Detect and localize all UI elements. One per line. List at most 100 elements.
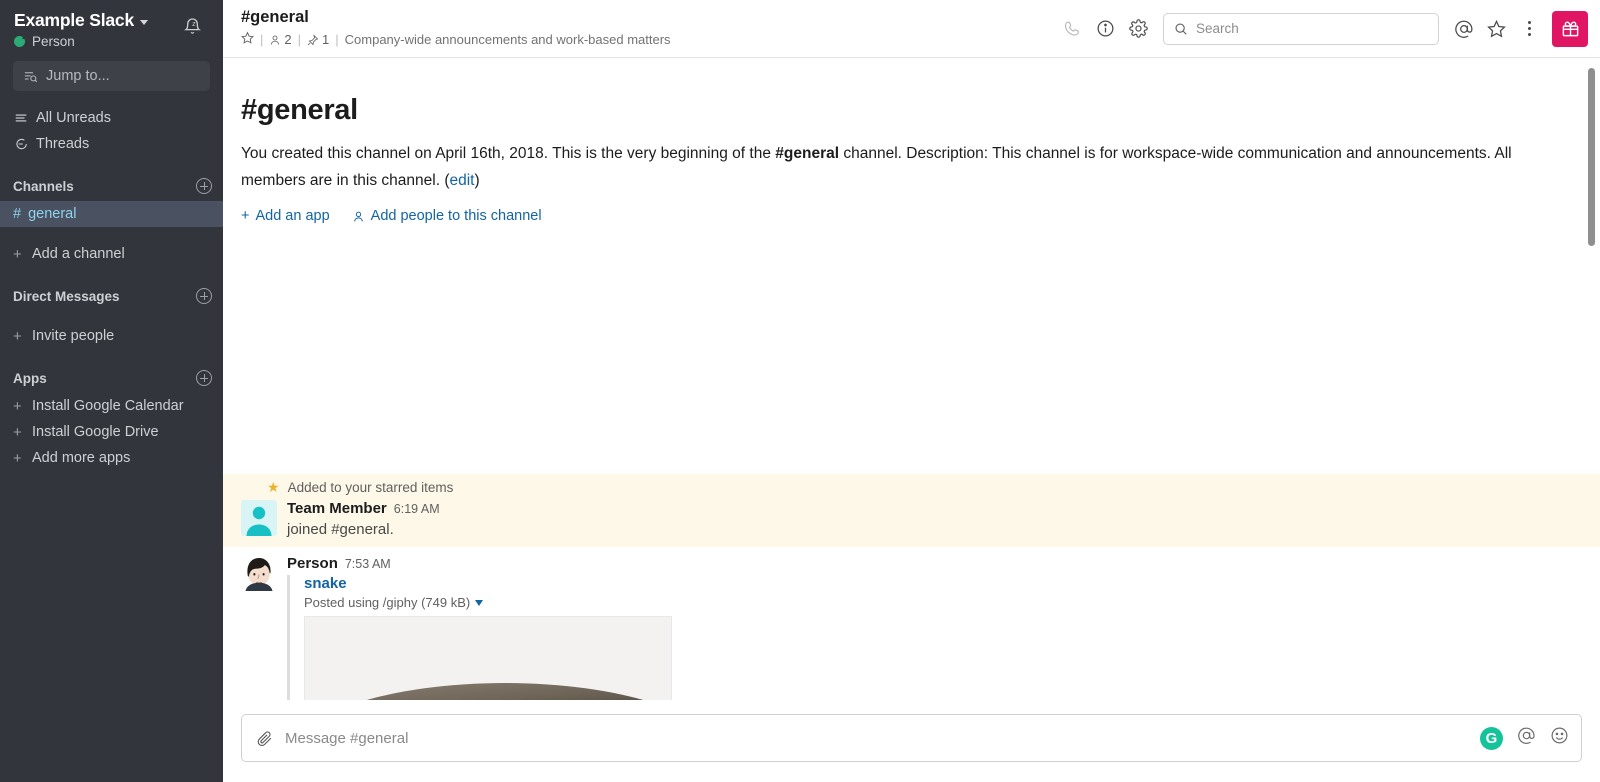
star-filled-icon: ★	[267, 479, 280, 495]
grammarly-icon[interactable]: G	[1480, 726, 1503, 750]
intro-text-3: )	[474, 172, 480, 189]
plus-icon: +	[13, 245, 22, 263]
current-user-name[interactable]: Person	[32, 34, 75, 49]
add-more-apps-button[interactable]: + Add more apps	[0, 445, 223, 471]
message-row[interactable]: Person 7:53 AM snake Posted using /giphy…	[223, 547, 1600, 700]
call-phone-icon[interactable]	[1056, 12, 1089, 46]
starred-message-group: ★ Added to your starred items Team Membe…	[223, 474, 1600, 547]
divider: |	[335, 32, 339, 48]
pin-icon	[307, 33, 319, 45]
search-input[interactable]: Search	[1163, 12, 1439, 45]
intro-text-1: You created this channel on April 16th, …	[241, 145, 776, 162]
message-composer[interactable]: Message #general G	[241, 714, 1582, 762]
search-icon	[1175, 22, 1187, 35]
topbar-actions: Search	[1056, 10, 1588, 47]
install-google-calendar-button[interactable]: + Install Google Calendar	[0, 393, 223, 419]
add-channel-plus-icon[interactable]	[196, 178, 212, 194]
person-icon	[271, 35, 280, 45]
add-app-label: Add an app	[255, 208, 330, 224]
install-google-drive-button[interactable]: + Install Google Drive	[0, 419, 223, 445]
chevron-down-icon[interactable]	[475, 599, 484, 606]
add-app-plus-icon[interactable]	[196, 370, 212, 386]
channel-intro-title: #general	[241, 94, 358, 126]
channel-header-info: #general | 2 | 1 | Company-wide announce…	[241, 8, 671, 48]
search-placeholder: Search	[1196, 21, 1239, 36]
pin-count-value: 1	[322, 32, 330, 48]
snake-image-content	[305, 683, 671, 700]
app-link-label: Install Google Drive	[32, 424, 159, 440]
person-photo-avatar-icon	[241, 555, 277, 591]
notifications-bell-icon[interactable]: z	[175, 11, 209, 41]
invite-people-button[interactable]: + Invite people	[0, 323, 223, 349]
message-scrollbar[interactable]	[1588, 68, 1595, 246]
app-link-label: Install Google Calendar	[32, 398, 184, 414]
attachment-title[interactable]: snake	[304, 575, 1580, 592]
section-header-direct-messages[interactable]: Direct Messages	[0, 281, 223, 311]
avatar[interactable]	[241, 555, 277, 591]
mention-icon[interactable]	[1517, 726, 1536, 750]
channel-topbar: #general | 2 | 1 | Company-wide announce…	[223, 0, 1600, 58]
main-panel: #general | 2 | 1 | Company-wide announce…	[223, 0, 1600, 782]
invite-people-label: Invite people	[32, 328, 115, 344]
add-people-link[interactable]: Add people to this channel	[352, 208, 542, 224]
section-title: Direct Messages	[13, 288, 120, 304]
sidebar-item-label: All Unreads	[36, 110, 111, 126]
add-dm-plus-icon[interactable]	[196, 288, 212, 304]
edit-description-link[interactable]: edit	[449, 172, 474, 189]
composer-area: Message #general G	[223, 700, 1600, 782]
attachment-subtitle: Posted using /giphy (749 kB)	[304, 595, 471, 610]
channel-name-label: general	[28, 206, 77, 222]
jump-to-search[interactable]: Jump to...	[13, 61, 210, 91]
star-icon[interactable]	[1480, 12, 1513, 46]
attachment-image[interactable]	[304, 616, 672, 700]
sidebar-item-channel-general[interactable]: # general	[0, 201, 223, 227]
sidebar-item-all-unreads[interactable]: All Unreads	[0, 105, 223, 131]
gift-button[interactable]	[1552, 10, 1588, 47]
starred-banner-label: Added to your starred items	[287, 480, 454, 495]
channel-topic[interactable]: Company-wide announcements and work-base…	[345, 32, 671, 47]
add-channel-label: Add a channel	[32, 246, 125, 262]
hash-icon: #	[13, 206, 22, 222]
plus-icon: +	[241, 208, 250, 224]
message-row[interactable]: Team Member 6:19 AM joined #general.	[223, 496, 1600, 540]
add-an-app-link[interactable]: + Add an app	[241, 208, 330, 224]
divider: |	[297, 32, 302, 48]
mention-icon[interactable]	[1447, 12, 1480, 46]
star-channel-icon[interactable]	[241, 31, 254, 49]
message-author[interactable]: Team Member	[287, 500, 387, 517]
message-input-placeholder[interactable]: Message #general	[273, 730, 1480, 747]
emoji-icon[interactable]	[1550, 726, 1569, 750]
workspace-name[interactable]: Example Slack	[14, 10, 134, 31]
sidebar: Example Slack Person z	[0, 0, 223, 782]
message-list[interactable]: #general You created this channel on Apr…	[223, 58, 1600, 700]
message-timestamp[interactable]: 7:53 AM	[345, 557, 391, 571]
chevron-down-icon[interactable]	[139, 19, 148, 25]
workspace-header[interactable]: Example Slack Person z	[0, 0, 223, 49]
paperclip-icon[interactable]	[256, 730, 273, 747]
app-link-label: Add more apps	[32, 450, 131, 466]
sidebar-item-label: Threads	[36, 136, 90, 152]
channel-intro-actions: + Add an app Add people to this channel	[241, 208, 1560, 224]
channel-title[interactable]: #general	[241, 8, 671, 26]
member-count-value: 2	[284, 32, 292, 48]
svg-text:z: z	[192, 20, 196, 28]
gear-icon[interactable]	[1122, 12, 1155, 46]
divider: |	[260, 32, 264, 48]
message-timestamp[interactable]: 6:19 AM	[394, 502, 440, 516]
member-count[interactable]: 2	[269, 32, 292, 48]
intro-channel-mention[interactable]: #general	[775, 145, 839, 162]
kebab-menu-icon[interactable]	[1513, 12, 1546, 46]
message-author[interactable]: Person	[287, 555, 338, 572]
avatar[interactable]	[241, 500, 277, 536]
channel-intro: #general You created this channel on Apr…	[223, 58, 1600, 224]
info-icon[interactable]	[1089, 12, 1122, 46]
pin-count[interactable]: 1	[307, 32, 329, 47]
plus-icon: +	[13, 449, 22, 467]
add-a-channel-button[interactable]: + Add a channel	[0, 241, 223, 267]
plus-icon: +	[13, 423, 22, 441]
threads-icon	[13, 137, 28, 151]
section-header-channels[interactable]: Channels	[0, 171, 223, 201]
section-header-apps[interactable]: Apps	[0, 363, 223, 393]
person-icon	[353, 211, 363, 221]
sidebar-item-threads[interactable]: Threads	[0, 131, 223, 157]
